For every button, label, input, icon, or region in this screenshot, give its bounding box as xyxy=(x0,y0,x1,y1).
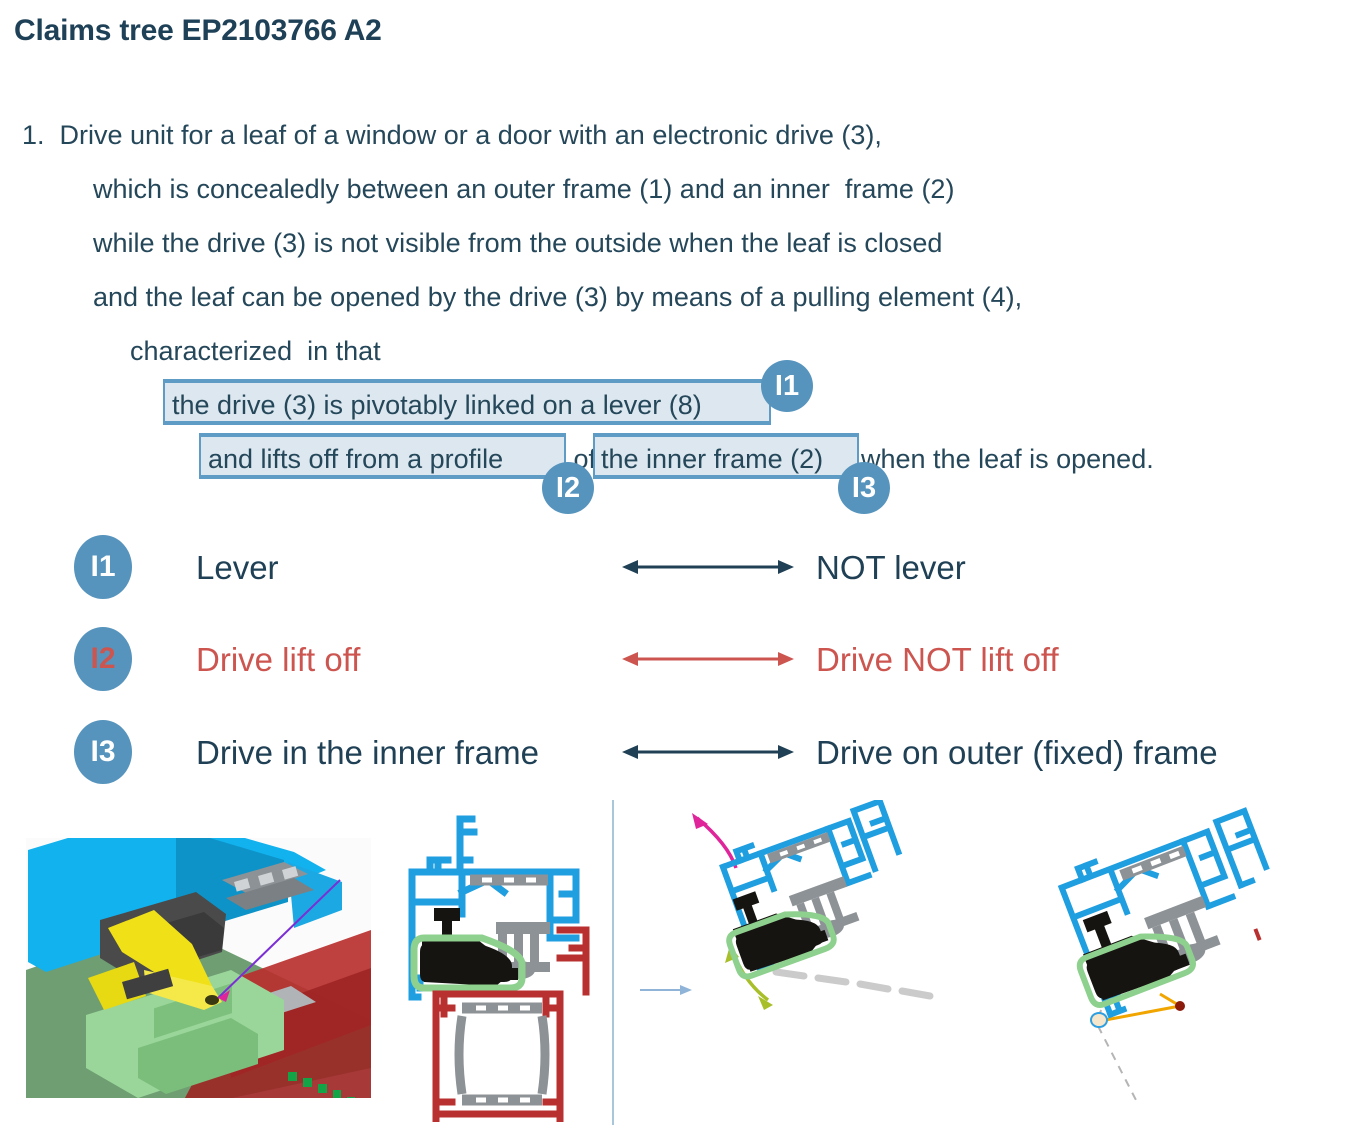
legend-arrow-i1 xyxy=(622,560,794,574)
highlight-box-i1-label: the drive (3) is pivotably linked on a l… xyxy=(172,390,702,420)
figure-strip xyxy=(0,790,1369,1127)
highlighted-claim-features: the drive (3) is pivotably linked on a l… xyxy=(0,360,1369,520)
badge-i2-marker[interactable]: I2 xyxy=(542,462,594,514)
legend-left-label-i1: Lever xyxy=(196,549,279,586)
claim-line-1: 1. Drive unit for a leaf of a window or … xyxy=(22,120,882,150)
claim-text-block: 1. Drive unit for a leaf of a window or … xyxy=(0,108,1369,378)
legend-arrow-i3 xyxy=(622,745,794,759)
highlight-trailing-text: when the leaf is opened. xyxy=(861,444,1154,474)
figure-divider xyxy=(612,800,614,1125)
highlight-box-i3-label: the inner frame (2) xyxy=(601,444,824,474)
legend-right-label-i2: Drive NOT lift off xyxy=(816,641,1059,678)
badge-i3-marker[interactable]: I3 xyxy=(838,462,890,514)
claim-line-3: while the drive (3) is not visible from … xyxy=(93,228,943,258)
legend-badge-i1[interactable]: I1 xyxy=(74,535,132,599)
legend-row-i3: I3 Drive in the inner frame Drive on out… xyxy=(0,718,1369,798)
figure-cross-section-pivot-svg xyxy=(1057,807,1270,1105)
figure-cross-section-closed-svg xyxy=(408,815,590,1126)
legend-left-label-i2: Drive lift off xyxy=(196,641,361,678)
page-title: Claims tree EP2103766 A2 xyxy=(14,14,382,47)
legend-badge-i2[interactable]: I2 xyxy=(74,627,132,691)
figure-cross-section-opened xyxy=(630,797,970,1060)
legend-arrow-i2 xyxy=(622,652,794,666)
legend-left-label-i3: Drive in the inner frame xyxy=(196,734,539,771)
process-arrow-icon xyxy=(630,985,692,995)
legend-right-label-i1: NOT lever xyxy=(816,549,966,586)
figure-cross-section-pivot xyxy=(1030,804,1350,1129)
legend-right-label-i3: Drive on outer (fixed) frame xyxy=(816,734,1218,771)
figure-3d-render-svg xyxy=(26,810,371,1115)
figure-cross-section-closed xyxy=(400,802,610,1127)
claim-line-4: and the leaf can be opened by the drive … xyxy=(93,282,1023,312)
badge-i1-marker[interactable]: I1 xyxy=(761,360,813,412)
legend-row-i1: I1 Lever NOT lever xyxy=(0,533,1369,613)
claim-line-2: which is concealedly between an outer fr… xyxy=(93,174,955,204)
legend-row-i2: I2 Drive lift off Drive NOT lift off xyxy=(0,625,1369,705)
highlight-box-i2-label: and lifts off from a profile xyxy=(208,444,504,474)
figure-3d-render xyxy=(26,810,371,1120)
legend-badge-i3[interactable]: I3 xyxy=(74,720,132,784)
figure-cross-section-opened-svg xyxy=(630,797,934,1010)
